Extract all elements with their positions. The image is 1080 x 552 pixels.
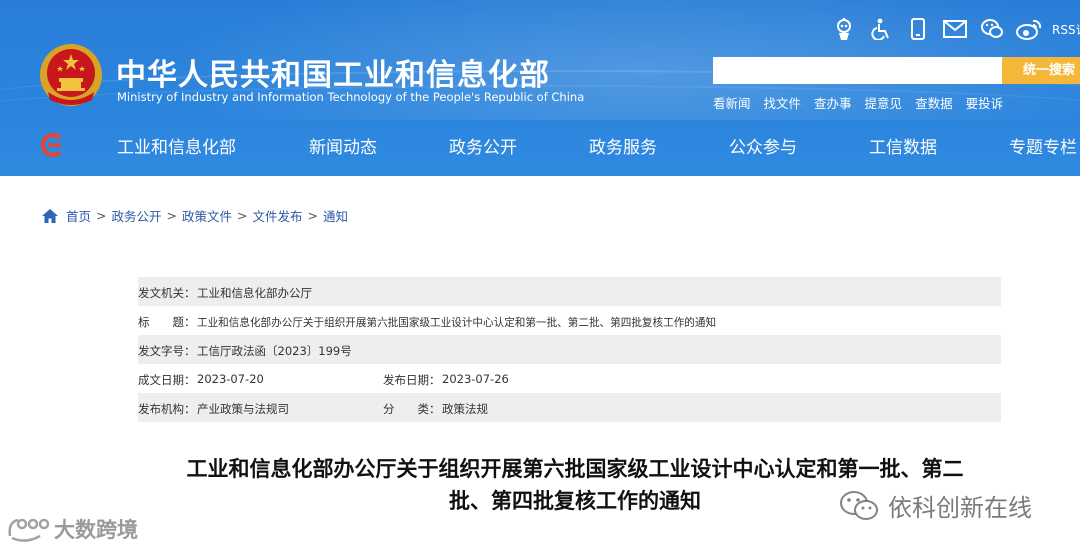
issuer-label: 发文机关： — [138, 286, 196, 300]
title-value: 工业和信息化部办公厅关于组织开展第六批国家级工业设计中心认定和第一批、第二批、第… — [197, 317, 717, 329]
search-input[interactable] — [713, 57, 1002, 84]
dashujing-logo-icon — [8, 518, 50, 542]
breadcrumb: 首页 > 政务公开 > 政策文件 > 文件发布 > 通知 — [42, 206, 348, 225]
main-nav: 工业和信息化部 新闻动态 政务公开 政务服务 公众参与 工信数据 专题专栏 — [0, 130, 1080, 160]
nav-item-public-affairs[interactable]: 政务公开 — [449, 133, 517, 158]
meta-row-publisher: 发布机构： 产业政策与法规司 分 类： 政策法规 — [138, 393, 1001, 422]
watermark-left-text: 大数跨境 — [54, 518, 138, 542]
page: 中华人民共和国工业和信息化部 Ministry of Industry and … — [0, 0, 1080, 552]
mail-icon[interactable] — [940, 15, 970, 43]
search-button[interactable]: 统一搜索 — [1002, 57, 1080, 84]
breadcrumb-separator: > — [96, 208, 107, 223]
meta-row-doc-no: 发文字号： 工信厅政法函〔2023〕199号 — [138, 335, 1001, 364]
site-header: 中华人民共和国工业和信息化部 Ministry of Industry and … — [0, 0, 1080, 176]
home-icon[interactable] — [42, 208, 58, 223]
breadcrumb-home[interactable]: 首页 — [66, 206, 91, 225]
nav-item-topics[interactable]: 专题专栏 — [1009, 133, 1077, 158]
watermark-right-text: 依科创新在线 — [888, 494, 1032, 522]
quick-link-news[interactable]: 看新闻 — [713, 93, 751, 112]
watermark-right: 依科创新在线 — [838, 488, 1032, 523]
wechat-watermark-icon — [840, 490, 878, 520]
breadcrumb-separator: > — [166, 208, 177, 223]
breadcrumb-notice[interactable]: 通知 — [323, 206, 348, 225]
date-published-value: 2023-07-26 — [442, 372, 509, 386]
document-meta-table: 发文机关： 工业和信息化部办公厅 标 题： 工业和信息化部办公厅关于组织开展第六… — [138, 277, 1001, 422]
watermark-left: 大数跨境 — [6, 514, 138, 544]
wechat-icon[interactable] — [977, 15, 1007, 43]
quick-link-services[interactable]: 查办事 — [814, 93, 852, 112]
national-emblem-logo[interactable] — [38, 42, 104, 108]
meta-row-issuer: 发文机关： 工业和信息化部办公厅 — [138, 277, 1001, 306]
category-label: 分 类： — [383, 402, 441, 416]
utility-icons: RSS订阅 — [822, 14, 1080, 44]
accessibility-icon[interactable] — [866, 15, 896, 43]
title-label: 标 题： — [138, 315, 196, 329]
date-written-label: 成文日期： — [138, 373, 196, 387]
publisher-value: 产业政策与法规司 — [197, 402, 289, 416]
nav-item-participation[interactable]: 公众参与 — [729, 133, 797, 158]
site-subtitle: Ministry of Industry and Information Tec… — [117, 90, 585, 104]
doc-no-value: 工信厅政法函〔2023〕199号 — [197, 344, 352, 358]
breadcrumb-file-release[interactable]: 文件发布 — [253, 206, 303, 225]
quick-link-complaint[interactable]: 要投诉 — [966, 93, 1004, 112]
nav-item-news[interactable]: 新闻动态 — [309, 133, 377, 158]
weibo-icon[interactable] — [1014, 15, 1044, 43]
breadcrumb-public-affairs[interactable]: 政务公开 — [112, 206, 162, 225]
nav-item-data[interactable]: 工信数据 — [869, 133, 937, 158]
meta-row-dates: 成文日期： 2023-07-20 发布日期： 2023-07-26 — [138, 364, 1001, 393]
quick-link-data[interactable]: 查数据 — [915, 93, 953, 112]
nav-item-services[interactable]: 政务服务 — [589, 133, 657, 158]
meta-row-title: 标 题： 工业和信息化部办公厅关于组织开展第六批国家级工业设计中心认定和第一批、… — [138, 306, 1001, 335]
site-title[interactable]: 中华人民共和国工业和信息化部 — [116, 50, 550, 94]
robot-icon[interactable] — [829, 15, 859, 43]
breadcrumb-policy-files[interactable]: 政策文件 — [182, 206, 232, 225]
rss-link[interactable]: RSS订阅 — [1052, 21, 1080, 38]
doc-no-label: 发文字号： — [138, 344, 196, 358]
category-value: 政策法规 — [442, 402, 488, 416]
quick-link-files[interactable]: 找文件 — [764, 93, 802, 112]
publisher-label: 发布机构： — [138, 402, 196, 416]
date-published-label: 发布日期： — [383, 373, 441, 387]
quick-links: 看新闻 找文件 查办事 提意见 查数据 要投诉 — [713, 93, 1016, 112]
mobile-icon[interactable] — [903, 15, 933, 43]
breadcrumb-separator: > — [237, 208, 248, 223]
breadcrumb-separator: > — [307, 208, 318, 223]
article-title-line-1: 工业和信息化部办公厅关于组织开展第六批国家级工业设计中心认定和第一批、第二 — [186, 457, 964, 481]
issuer-value: 工业和信息化部办公厅 — [197, 286, 312, 300]
quick-link-feedback[interactable]: 提意见 — [865, 93, 903, 112]
nav-item-ministry[interactable]: 工业和信息化部 — [117, 133, 236, 158]
date-written-value: 2023-07-20 — [197, 372, 264, 386]
